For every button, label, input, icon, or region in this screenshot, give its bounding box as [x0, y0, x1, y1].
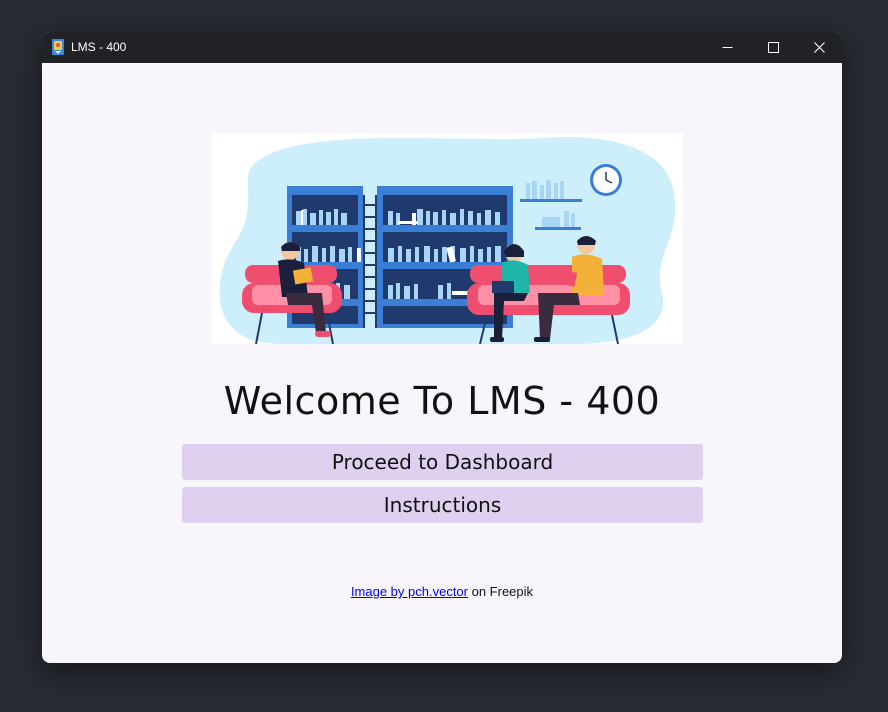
welcome-heading: Welcome To LMS - 400 — [223, 379, 661, 423]
window-title: LMS - 400 — [71, 40, 127, 54]
image-credit-link[interactable]: Image by pch.vector — [351, 584, 468, 599]
maximize-button[interactable] — [750, 32, 796, 63]
proceed-to-dashboard-button[interactable]: Proceed to Dashboard — [182, 444, 703, 480]
image-credit: Image by pch.vector on Freepik — [42, 584, 842, 599]
library-illustration — [212, 133, 683, 344]
app-window: LMS - 400 Welcome To LMS - 400 Proceed t… — [42, 32, 842, 663]
title-bar[interactable]: LMS - 400 — [42, 32, 842, 63]
close-button[interactable] — [796, 32, 842, 63]
minimize-button[interactable] — [704, 32, 750, 63]
minimize-icon — [722, 47, 732, 48]
maximize-icon — [767, 42, 779, 53]
instructions-button[interactable]: Instructions — [182, 487, 703, 523]
close-icon — [813, 42, 825, 53]
image-credit-suffix: on Freepik — [468, 584, 534, 599]
app-book-icon — [52, 39, 64, 55]
main-content: Welcome To LMS - 400 Proceed to Dashboar… — [42, 63, 842, 663]
